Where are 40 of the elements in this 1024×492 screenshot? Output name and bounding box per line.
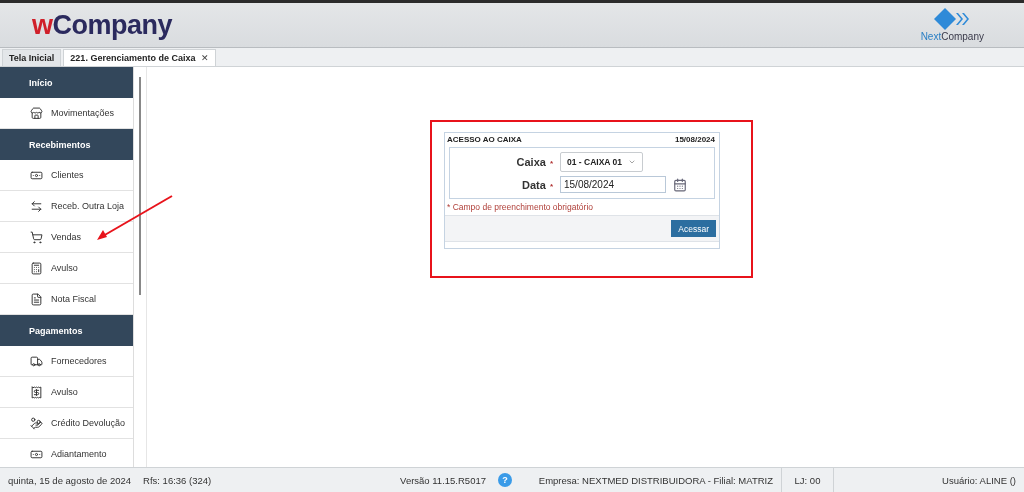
- diamond-logo-icon: [934, 8, 971, 30]
- tab[interactable]: 221. Gerenciamento de Caixa ✕: [63, 49, 217, 66]
- menu-item-icon: [30, 106, 43, 120]
- menu-item-icon: [30, 354, 43, 368]
- refresh-info: Rfs: 16:36 (324): [143, 474, 212, 486]
- sidebar-item[interactable]: Crédito Devolução: [0, 408, 133, 439]
- sidebar-item[interactable]: Avulso: [0, 377, 133, 408]
- sidebar-section-header[interactable]: Início: [0, 67, 133, 98]
- menu-item-icon: [30, 199, 43, 213]
- version-text: Versão 11.15.R5017: [400, 474, 486, 486]
- dialog-title: ACESSO AO CAIXA: [447, 135, 522, 144]
- calendar-icon[interactable]: [673, 177, 687, 192]
- user-info: Usuário: ALINE (): [942, 474, 1016, 486]
- field-label: Data *: [521, 178, 554, 191]
- company-info: Empresa: NEXTMED DISTRIBUIDORA - Filial: MATRIZ: [538, 474, 773, 486]
- scrollbar-thumb[interactable]: [139, 77, 141, 295]
- sidebar-section-header[interactable]: Pagamentos: [0, 315, 133, 346]
- date-input[interactable]: 15/08/2024: [560, 176, 666, 193]
- sidebar-section-header[interactable]: Recebimentos: [0, 129, 133, 160]
- company-logo: wCompany: [32, 9, 173, 41]
- menu-item-icon: [30, 292, 43, 306]
- caixa-select[interactable]: 01 - CAIXA 01: [560, 152, 643, 172]
- tab[interactable]: Tela Inicial: [2, 49, 62, 66]
- store-info: LJ: 00: [794, 474, 821, 486]
- close-icon[interactable]: ✕: [201, 53, 210, 63]
- field-label: Caixa *: [515, 156, 554, 168]
- sidebar-item[interactable]: Fornecedores: [0, 346, 133, 377]
- dropdown-caret-icon: [628, 158, 636, 166]
- sidebar-item[interactable]: Avulso: [0, 253, 133, 284]
- sidebar-item[interactable]: Receb. Outra Loja: [0, 191, 133, 222]
- access-button[interactable]: Acessar: [671, 220, 716, 237]
- status-date: quinta, 15 de agosto de 2024: [8, 474, 132, 486]
- menu-item-icon: [30, 261, 43, 275]
- menu-item-icon: [30, 230, 43, 244]
- dialog-date: 15/08/2024: [674, 135, 715, 144]
- menu-item-icon: [30, 385, 43, 399]
- menu-item-icon: [30, 416, 43, 430]
- sidebar-item[interactable]: Clientes: [0, 160, 133, 191]
- partner-logo-text: NextCompany: [920, 31, 984, 42]
- required-note: * Campo de preenchimento obrigatório: [446, 201, 594, 214]
